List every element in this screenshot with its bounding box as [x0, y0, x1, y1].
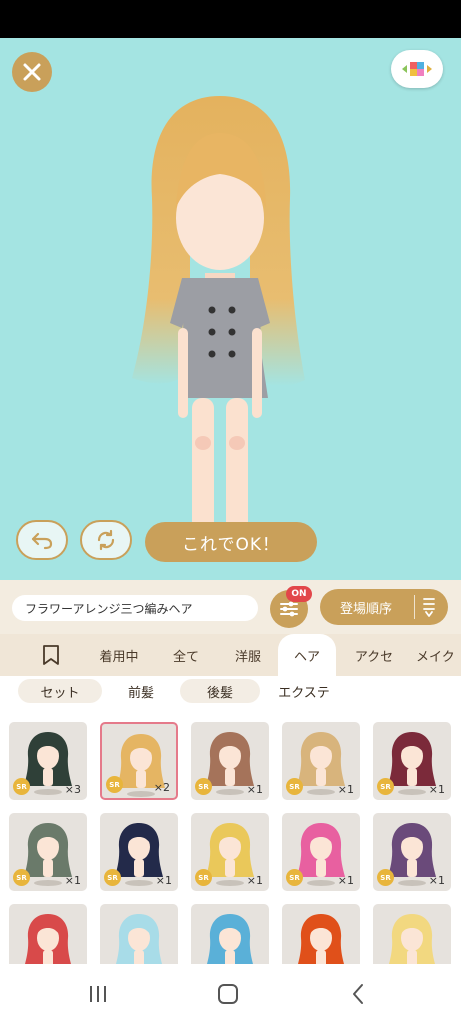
hair-item-grid: SR ×3 SR ×2 SR ×1 SR ×1 SR ×1 SR ×1 SR ×1 SR ×1 SR ×1 SR ×1: [0, 708, 461, 964]
hair-item-tile[interactable]: SR ×1: [373, 722, 451, 800]
close-icon: [23, 63, 41, 81]
system-nav-bar: [0, 964, 461, 1024]
hair-item-tile[interactable]: SR ×1: [9, 813, 87, 891]
back-icon: [353, 984, 363, 1004]
sliders-icon: [280, 601, 298, 617]
rarity-badge: SR: [104, 869, 121, 886]
rarity-badge: SR: [377, 869, 394, 886]
tab-hair[interactable]: ヘア: [278, 634, 336, 676]
sort-order-button[interactable]: 登場順序: [320, 589, 448, 625]
rarity-badge: SR: [286, 778, 303, 795]
subtab-extensions[interactable]: エクステ: [262, 679, 346, 703]
hair-item-tile[interactable]: SR ×1: [282, 722, 360, 800]
hair-item-tile[interactable]: [191, 904, 269, 964]
item-count: ×3: [64, 783, 81, 796]
item-count: ×1: [337, 783, 354, 796]
sort-divider: [414, 595, 415, 619]
back-button[interactable]: [338, 980, 378, 1008]
hair-thumbnail: [389, 914, 435, 964]
hair-thumbnail: [298, 914, 344, 964]
tab-bookmark[interactable]: [32, 634, 70, 676]
undo-button[interactable]: [16, 520, 68, 560]
hair-item-tile[interactable]: SR ×2: [100, 722, 178, 800]
hair-item-tile[interactable]: SR ×1: [191, 722, 269, 800]
item-count: ×1: [64, 874, 81, 887]
recent-apps-button[interactable]: [78, 980, 118, 1008]
sort-direction-icon[interactable]: [422, 596, 436, 618]
subtab-set[interactable]: セット: [18, 679, 102, 703]
tab-all[interactable]: 全て: [160, 634, 212, 676]
item-count: ×1: [155, 874, 172, 887]
item-count: ×1: [428, 783, 445, 796]
item-count: ×1: [246, 874, 263, 887]
rarity-badge: SR: [286, 869, 303, 886]
hair-item-tile[interactable]: SR ×1: [100, 813, 178, 891]
hair-item-tile[interactable]: SR ×1: [191, 813, 269, 891]
rarity-badge: SR: [13, 869, 30, 886]
sort-label: 登場順序: [340, 601, 393, 617]
color-palette-button[interactable]: [391, 50, 443, 88]
refresh-icon: [97, 529, 115, 551]
close-button[interactable]: [12, 52, 52, 92]
status-bar: [0, 0, 461, 38]
hair-item-tile[interactable]: SR ×1: [373, 813, 451, 891]
undo-icon: [31, 532, 53, 550]
rarity-badge: SR: [106, 776, 123, 793]
reset-button[interactable]: [80, 520, 132, 560]
hair-item-tile[interactable]: SR ×1: [282, 813, 360, 891]
subtab-back-hair[interactable]: 後髪: [180, 679, 260, 703]
item-count: ×1: [428, 874, 445, 887]
rarity-badge: SR: [13, 778, 30, 795]
hair-thumbnail: [207, 914, 253, 964]
tab-wearing[interactable]: 着用中: [88, 634, 150, 676]
avatar-character: [132, 96, 305, 554]
color-palette-icon: [402, 62, 432, 76]
recent-apps-icon: [90, 986, 106, 1002]
hair-thumbnail: [25, 914, 71, 964]
confirm-ok-button[interactable]: これでOK！: [145, 522, 317, 562]
hair-item-tile[interactable]: [100, 904, 178, 964]
hair-item-tile[interactable]: [282, 904, 360, 964]
rarity-badge: SR: [377, 778, 394, 795]
hair-item-tile[interactable]: [9, 904, 87, 964]
hair-item-tile[interactable]: [373, 904, 451, 964]
avatar-preview-stage: これでOK！: [0, 38, 461, 580]
hair-thumbnail: [116, 914, 162, 964]
rarity-badge: SR: [195, 778, 212, 795]
hair-item-tile[interactable]: SR ×3: [9, 722, 87, 800]
selected-item-name: フラワーアレンジ三つ編みヘア: [12, 595, 258, 621]
tab-accessory[interactable]: アクセ: [342, 634, 406, 676]
bookmark-icon: [43, 645, 59, 665]
home-button[interactable]: [208, 980, 248, 1008]
tab-clothes[interactable]: 洋服: [222, 634, 274, 676]
tab-makeup[interactable]: メイク: [416, 634, 461, 676]
filter-on-badge: ON: [286, 586, 312, 602]
item-count: ×1: [337, 874, 354, 887]
item-controls-bar: フラワーアレンジ三つ編みヘア ON 登場順序: [0, 580, 461, 634]
subtab-bangs[interactable]: 前髪: [104, 679, 178, 703]
item-count: ×1: [246, 783, 263, 796]
rarity-badge: SR: [195, 869, 212, 886]
home-icon: [218, 984, 238, 1004]
item-count: ×2: [153, 781, 170, 794]
category-tab-bar: 着用中 全て 洋服 ヘア アクセ メイク: [0, 634, 461, 676]
subcategory-tab-bar: セット 前髪 後髪 エクステ: [0, 676, 461, 708]
